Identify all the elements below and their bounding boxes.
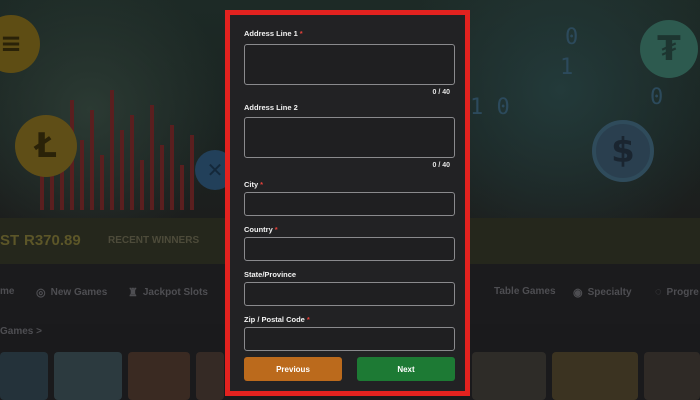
tether-icon: ₮ [640,20,698,78]
address-line-1-label: Address Line 1 * [244,29,303,38]
zip-postal-code-label: Zip / Postal Code * [244,315,310,324]
usdc-icon: $ [592,120,654,182]
binary-decoration: 1 0 [470,95,510,120]
game-thumbnail[interactable] [472,352,546,400]
nav-item-jackpot-slots[interactable]: ♜ Jackpot Slots [128,286,208,299]
next-button[interactable]: Next [357,357,455,381]
nav-item-table-games[interactable]: Table Games [494,286,556,297]
binary-decoration: 0 [650,85,664,110]
progressive-icon: ◌ [655,286,662,298]
nav-item-progressive[interactable]: ◌ Progre [655,286,699,298]
jackpot-icon: ♜ [128,287,138,299]
zip-postal-code-label-text: Zip / Postal Code [244,315,305,324]
game-thumbnail[interactable] [644,352,700,400]
game-thumbnail[interactable] [54,352,122,400]
address-line-1-counter: 0 / 40 [432,89,450,96]
nav-item-label: Jackpot Slots [142,287,208,298]
state-province-label: State/Province [244,270,296,279]
nav-item-label: me [0,286,15,297]
specialty-icon: ◉ [573,287,583,299]
previous-button[interactable]: Previous [244,357,342,381]
country-label: Country * [244,225,278,234]
country-label-text: Country [244,225,273,234]
address-line-2-label: Address Line 2 [244,103,298,112]
country-field[interactable] [244,237,455,261]
nav-item-home[interactable]: me [0,286,14,297]
nav-item-label: New Games [50,287,108,298]
address-line-2-counter: 0 / 40 [432,162,450,169]
crypto-coin-icon: ≡ [0,15,40,73]
required-marker: * [260,180,264,189]
address-line-1-field[interactable] [244,44,455,85]
required-marker: * [274,225,278,234]
zip-postal-code-field[interactable] [244,327,455,351]
address-line-2-field[interactable] [244,117,455,158]
games-section-title: Games > [0,326,42,337]
nav-item-new-games[interactable]: ◎ New Games [36,286,107,299]
game-thumbnail[interactable] [552,352,638,400]
nav-item-label: Specialty [587,287,632,298]
recent-winners-label: RECENT WINNERS [108,235,200,246]
address-form-modal: Address Line 1 * 0 / 40 Address Line 2 0 … [225,10,470,396]
game-thumbnail[interactable] [196,352,224,400]
address-line-2-label-text: Address Line 2 [244,103,298,112]
nav-item-label: Table Games [494,286,556,297]
binary-decoration: 1 [560,55,574,80]
nav-item-specialty[interactable]: ◉ Specialty [573,286,632,299]
address-line-1-label-text: Address Line 1 [244,29,298,38]
nav-item-label: Progre [666,286,699,298]
state-province-field[interactable] [244,282,455,306]
city-field[interactable] [244,192,455,216]
jackpot-amount: R370.89 [24,232,81,249]
required-marker: * [306,315,310,324]
litecoin-icon: Ł [15,115,77,177]
new-games-icon: ◎ [36,287,46,299]
game-thumbnail[interactable] [0,352,48,400]
binary-decoration: 0 [565,25,579,50]
city-label: City * [244,180,263,189]
city-label-text: City [244,180,259,189]
required-marker: * [299,29,303,38]
jackpot-prefix: ST [0,232,20,249]
game-thumbnail[interactable] [128,352,190,400]
state-province-label-text: State/Province [244,270,297,279]
